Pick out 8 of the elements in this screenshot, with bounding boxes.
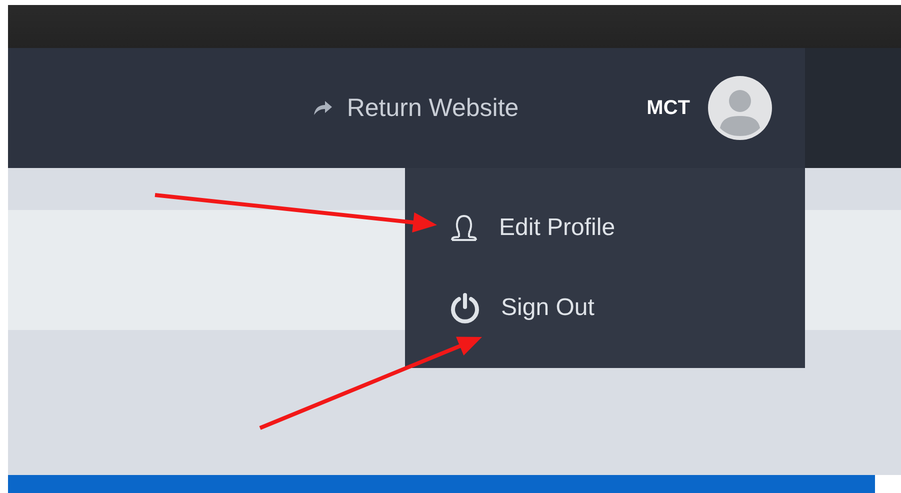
menu-item[interactable]: Sign Out (405, 268, 805, 348)
power-icon (449, 292, 481, 324)
user-icon (449, 213, 479, 243)
avatar-icon[interactable] (708, 76, 772, 140)
share-arrow-icon (312, 100, 333, 116)
user-name: MCT (646, 96, 690, 120)
return-website-link[interactable]: Return Website (312, 94, 519, 122)
menu-item[interactable]: Edit Profile (405, 188, 805, 268)
